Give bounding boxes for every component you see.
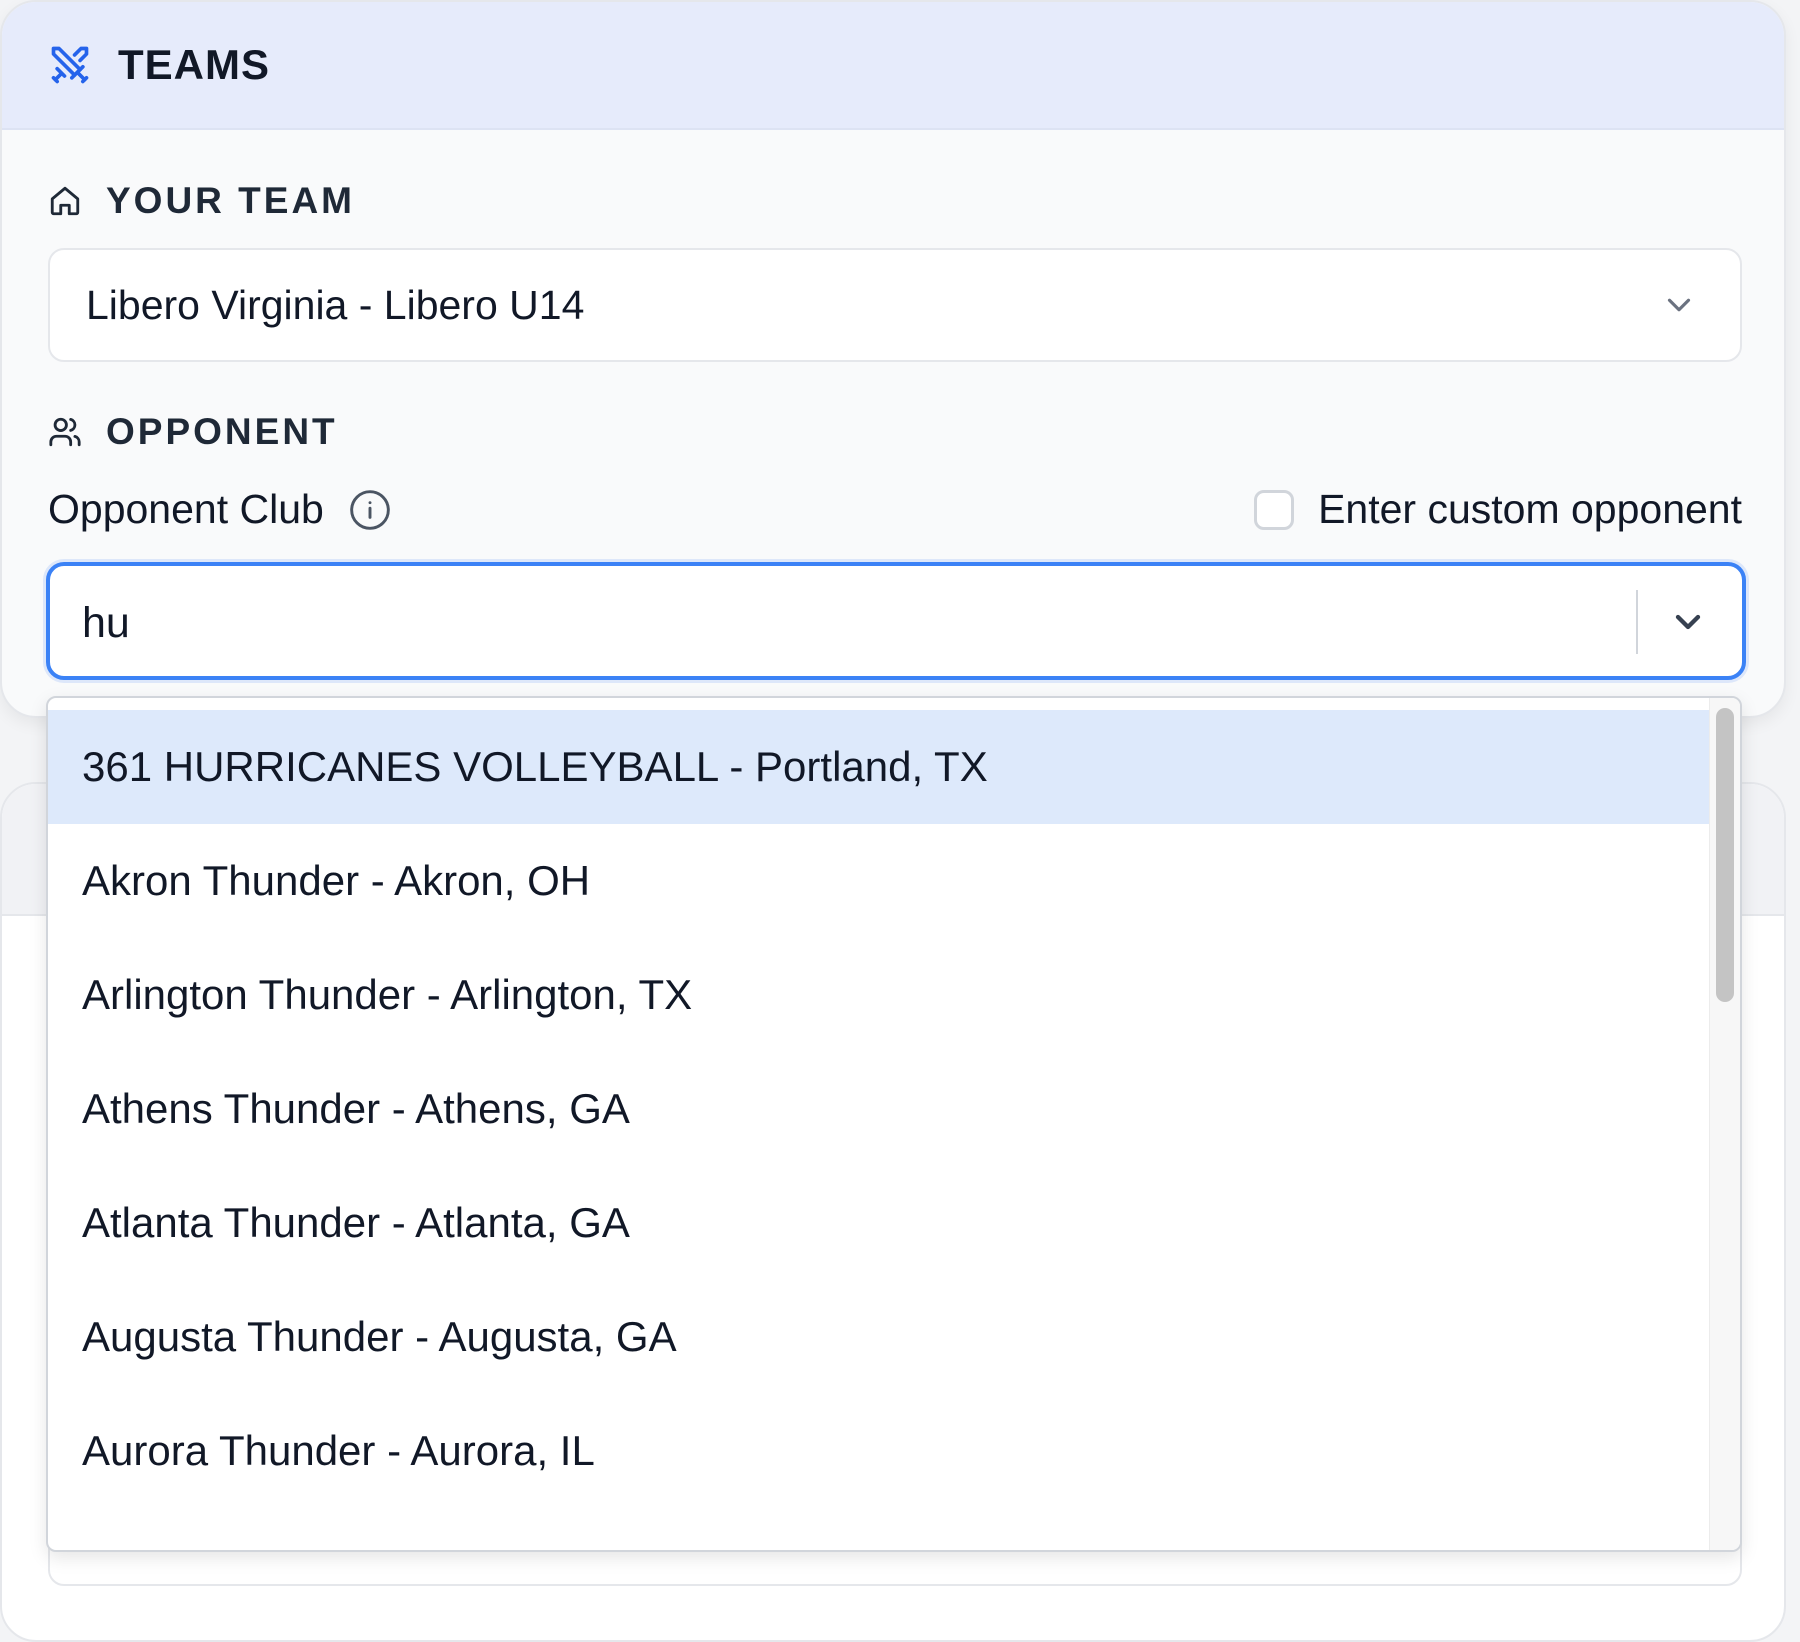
info-icon[interactable] [348, 488, 392, 532]
your-team-label: YOUR TEAM [48, 180, 355, 222]
users-icon [49, 417, 81, 447]
chevron-down-icon [1667, 298, 1691, 312]
custom-opponent-toggle[interactable]: Enter custom opponent [1254, 486, 1742, 533]
opponent-option[interactable]: Akron Thunder - Akron, OH [48, 824, 1714, 938]
custom-opponent-checkbox[interactable] [1254, 489, 1295, 530]
opponent-label: OPPONENT [48, 411, 338, 453]
opponent-option[interactable]: Atlanta Thunder - Atlanta, GA [48, 1166, 1714, 1280]
custom-opponent-label: Enter custom opponent [1318, 486, 1742, 532]
teams-card-header: TEAMS [2, 2, 1784, 130]
opponent-option[interactable]: 361 HURRICANES VOLLEYBALL - Portland, TX [48, 710, 1714, 824]
opponent-club-label: Opponent Club [48, 486, 392, 533]
opponent-search-input[interactable] [80, 584, 1584, 662]
your-team-selected-value: Libero Virginia - Libero U14 [86, 281, 585, 328]
teams-card: TEAMS YOUR TEAM Libero Virginia - Libero… [0, 0, 1786, 718]
opponent-options-list: 361 HURRICANES VOLLEYBALL - Portland, TX… [48, 710, 1714, 1508]
your-team-select[interactable]: Libero Virginia - Libero U14 [48, 248, 1742, 362]
scrollbar-thumb[interactable] [1716, 708, 1734, 1002]
opponent-option[interactable]: Arlington Thunder - Arlington, TX [48, 938, 1714, 1052]
opponent-label-text: OPPONENT [106, 411, 338, 452]
opponent-club-select[interactable] [46, 562, 1746, 680]
opponent-club-row: Opponent Club Enter custom opponent [48, 480, 1742, 544]
home-icon [50, 186, 80, 216]
opponent-option[interactable]: Athens Thunder - Athens, GA [48, 1052, 1714, 1166]
crossed-swords-icon [51, 46, 89, 84]
dropdown-scrollbar[interactable] [1709, 698, 1740, 1550]
dropdown-toggle[interactable] [1658, 592, 1718, 652]
opponent-option[interactable]: Aurora Thunder - Aurora, IL [48, 1394, 1714, 1508]
chevron-down-icon [1675, 614, 1701, 630]
opponent-club-label-text: Opponent Club [48, 486, 324, 532]
opponent-dropdown-menu[interactable]: 361 HURRICANES VOLLEYBALL - Portland, TX… [46, 696, 1742, 1552]
teams-title: TEAMS [118, 41, 270, 88]
your-team-label-text: YOUR TEAM [106, 180, 355, 221]
select-divider [1636, 590, 1638, 654]
opponent-option[interactable]: Augusta Thunder - Augusta, GA [48, 1280, 1714, 1394]
